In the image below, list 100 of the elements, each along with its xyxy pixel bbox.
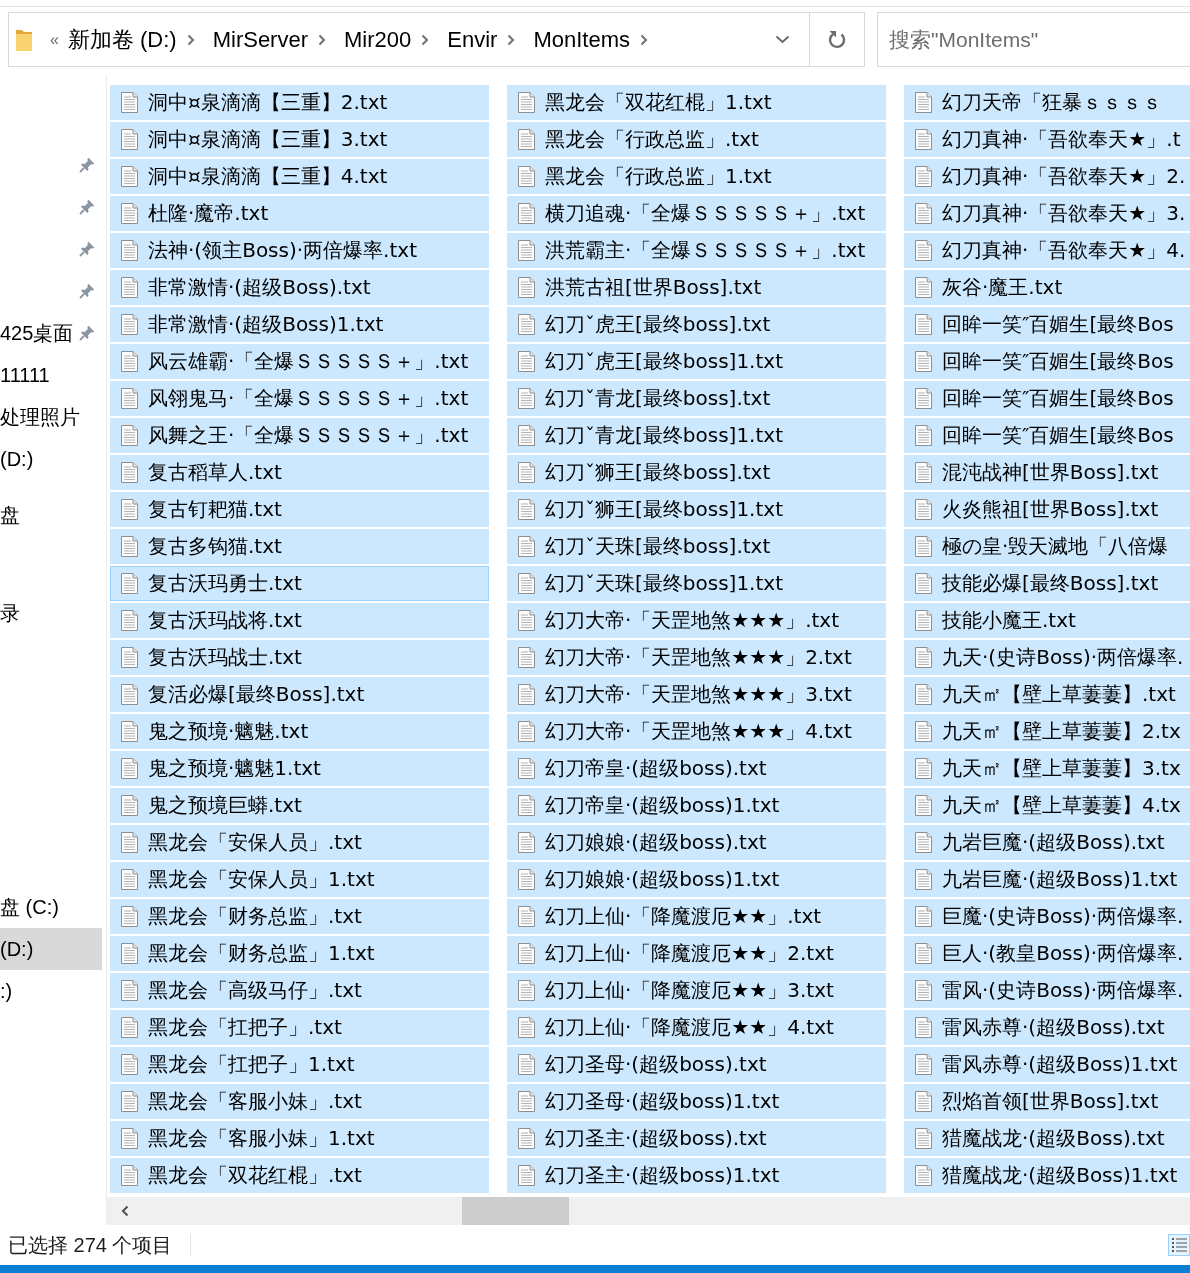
file-item[interactable]: 回眸一笑″百媚生[最终Bos	[904, 418, 1190, 453]
file-item[interactable]: 幻刀真神·「吾欲奉天★」4.	[904, 233, 1190, 268]
file-item[interactable]: 幻刀大帝·「天罡地煞★★★」4.txt	[507, 714, 886, 749]
file-item[interactable]: 横刀追魂·「全爆ＳＳＳＳＳ＋」.txt	[507, 196, 886, 231]
pin-icon[interactable]	[79, 157, 95, 173]
pin-icon[interactable]	[79, 325, 95, 341]
nav-item[interactable]: 录	[0, 592, 20, 634]
nav-item[interactable]: 11111	[0, 354, 50, 396]
file-item[interactable]: 幻刀帝皇·(超级boss).txt	[507, 751, 886, 786]
file-item[interactable]: 复古稻草人.txt	[110, 455, 489, 490]
file-item[interactable]: 非常激情·(超级Boss).txt	[110, 270, 489, 305]
file-item[interactable]: 幻刀上仙·「降魔渡厄★★」.txt	[507, 899, 886, 934]
file-item[interactable]: 风云雄霸·「全爆ＳＳＳＳＳ＋」.txt	[110, 344, 489, 379]
file-item[interactable]: 幻刀帝皇·(超级boss)1.txt	[507, 788, 886, 823]
nav-item[interactable]: 处理照片	[0, 396, 80, 438]
file-item[interactable]: 猎魔战龙·(超级Boss)1.txt	[904, 1158, 1190, 1193]
file-item[interactable]: 九岩巨魔·(超级Boss).txt	[904, 825, 1190, 860]
file-item[interactable]: 黑龙会「扛把子」.txt	[110, 1010, 489, 1045]
nav-item[interactable]: :)	[0, 970, 13, 1012]
file-item[interactable]: 九天㎡【壁上草萋萋】3.tx	[904, 751, 1190, 786]
file-item[interactable]: 九天㎡【壁上草萋萋】.txt	[904, 677, 1190, 712]
file-item[interactable]: 幻刀ˇ虎王[最终boss].txt	[507, 307, 886, 342]
file-item[interactable]: 幻刀真神·「吾欲奉天★」3.	[904, 196, 1190, 231]
file-item[interactable]: 雷风·(史诗Boss)·两倍爆率.	[904, 973, 1190, 1008]
file-item[interactable]: 混沌战神[世界Boss].txt	[904, 455, 1190, 490]
file-item[interactable]: 黑龙会「扛把子」1.txt	[110, 1047, 489, 1082]
file-item[interactable]: 黑龙会「双花红棍」1.txt	[507, 85, 886, 120]
file-item[interactable]: 黑龙会「高级马仔」.txt	[110, 973, 489, 1008]
nav-item[interactable]: (D:)	[0, 928, 102, 970]
file-item[interactable]: 九天㎡【壁上草萋萋】2.tx	[904, 714, 1190, 749]
file-item[interactable]: 雷风赤尊·(超级Boss).txt	[904, 1010, 1190, 1045]
file-item[interactable]: 复古沃玛战将.txt	[110, 603, 489, 638]
file-item[interactable]: 幻刀天帝「狂暴ｓｓｓｓ	[904, 85, 1190, 120]
file-item[interactable]: 黑龙会「财务总监」1.txt	[110, 936, 489, 971]
file-item[interactable]: 雷风赤尊·(超级Boss)1.txt	[904, 1047, 1190, 1082]
file-item[interactable]: 洪荒古祖[世界Boss].txt	[507, 270, 886, 305]
file-item[interactable]: 烈焰首领[世界Boss].txt	[904, 1084, 1190, 1119]
nav-item[interactable]: 盘	[0, 494, 20, 536]
file-item[interactable]: 黑龙会「行政总监」.txt	[507, 122, 886, 157]
file-item[interactable]: 幻刀上仙·「降魔渡厄★★」2.txt	[507, 936, 886, 971]
pin-icon[interactable]	[79, 283, 95, 299]
file-item[interactable]: 黑龙会「安保人员」.txt	[110, 825, 489, 860]
file-item[interactable]: 幻刀ˇ狮王[最终boss]1.txt	[507, 492, 886, 527]
breadcrumb-button[interactable]: Envir	[442, 26, 503, 53]
file-item[interactable]: 幻刀圣主·(超级boss)1.txt	[507, 1158, 886, 1193]
file-item[interactable]: 幻刀娘娘·(超级boss)1.txt	[507, 862, 886, 897]
nav-item[interactable]: 425桌面	[0, 312, 74, 354]
file-item[interactable]: 洞中¤泉滴滴【三重】3.txt	[110, 122, 489, 157]
file-item[interactable]: 洞中¤泉滴滴【三重】2.txt	[110, 85, 489, 120]
breadcrumb-overflow-button[interactable]: «	[46, 30, 63, 49]
file-item[interactable]: 幻刀圣母·(超级boss).txt	[507, 1047, 886, 1082]
file-item[interactable]: 洞中¤泉滴滴【三重】4.txt	[110, 159, 489, 194]
file-item[interactable]: 幻刀真神·「吾欲奉天★」2.	[904, 159, 1190, 194]
file-item[interactable]: 回眸一笑″百媚生[最终Bos	[904, 307, 1190, 342]
file-item[interactable]: 黑龙会「客服小妹」.txt	[110, 1084, 489, 1119]
nav-item[interactable]: (D:)	[0, 438, 34, 480]
file-item[interactable]: 黑龙会「财务总监」.txt	[110, 899, 489, 934]
file-item[interactable]: 幻刀ˇ狮王[最终boss].txt	[507, 455, 886, 490]
file-item[interactable]: 复古沃玛战士.txt	[110, 640, 489, 675]
file-item[interactable]: 幻刀大帝·「天罡地煞★★★」3.txt	[507, 677, 886, 712]
file-item[interactable]: 幻刀ˇ虎王[最终boss]1.txt	[507, 344, 886, 379]
file-item[interactable]: 风翎鬼马·「全爆ＳＳＳＳＳ＋」.txt	[110, 381, 489, 416]
file-item[interactable]: 幻刀圣主·(超级boss).txt	[507, 1121, 886, 1156]
file-item[interactable]: 鬼之预境·魑魅1.txt	[110, 751, 489, 786]
file-item[interactable]: 法神·(领主Boss)·两倍爆率.txt	[110, 233, 489, 268]
search-field[interactable]: 搜索"MonItems"	[877, 12, 1190, 67]
breadcrumb-button[interactable]: 新加卷 (D:)	[62, 24, 182, 55]
file-item[interactable]: 九天·(史诗Boss)·两倍爆率.	[904, 640, 1190, 675]
pin-icon[interactable]	[79, 199, 95, 215]
file-item[interactable]: 灰谷·魔王.txt	[904, 270, 1190, 305]
file-item[interactable]: 九岩巨魔·(超级Boss)1.txt	[904, 862, 1190, 897]
file-item[interactable]: 幻刀娘娘·(超级boss).txt	[507, 825, 886, 860]
file-item[interactable]: 技能小魔王.txt	[904, 603, 1190, 638]
file-item[interactable]: 复古多钩猫.txt	[110, 529, 489, 564]
file-item[interactable]: 黑龙会「行政总监」1.txt	[507, 159, 886, 194]
file-item[interactable]: 九天㎡【壁上草萋萋】4.tx	[904, 788, 1190, 823]
file-item[interactable]: 黑龙会「客服小妹」1.txt	[110, 1121, 489, 1156]
file-item[interactable]: 复古钉耙猫.txt	[110, 492, 489, 527]
file-item[interactable]: 黑龙会「安保人员」1.txt	[110, 862, 489, 897]
file-item[interactable]: 幻刀真神·「吾欲奉天★」.t	[904, 122, 1190, 157]
file-item[interactable]: 杜隆·魔帝.txt	[110, 196, 489, 231]
file-item[interactable]: 火炎熊祖[世界Boss].txt	[904, 492, 1190, 527]
file-item[interactable]: 幻刀ˇ青龙[最终boss].txt	[507, 381, 886, 416]
address-bar[interactable]: « 新加卷 (D:) MirServer Mir200 Envir MonItems	[8, 12, 865, 67]
pin-icon[interactable]	[79, 241, 95, 257]
file-item[interactable]: 洪荒霸主·「全爆ＳＳＳＳＳ＋」.txt	[507, 233, 886, 268]
file-item[interactable]: 極の皇·毁天滅地「八倍爆	[904, 529, 1190, 564]
file-item[interactable]: 鬼之预境巨蟒.txt	[110, 788, 489, 823]
file-item[interactable]: 回眸一笑″百媚生[最终Bos	[904, 381, 1190, 416]
file-item[interactable]: 巨人·(教皇Boss)·两倍爆率.	[904, 936, 1190, 971]
file-item[interactable]: 巨魔·(史诗Boss)·两倍爆率.	[904, 899, 1190, 934]
file-item[interactable]: 风舞之王·「全爆ＳＳＳＳＳ＋」.txt	[110, 418, 489, 453]
file-item[interactable]: 复古沃玛勇士.txt	[110, 566, 489, 601]
nav-item[interactable]: 盘 (C:)	[0, 886, 59, 928]
file-item[interactable]: 幻刀ˇ青龙[最终boss]1.txt	[507, 418, 886, 453]
file-item[interactable]: 技能必爆[最终Boss].txt	[904, 566, 1190, 601]
file-item[interactable]: 复活必爆[最终Boss].txt	[110, 677, 489, 712]
horizontal-scrollbar[interactable]	[107, 1197, 1190, 1225]
file-item[interactable]: 幻刀上仙·「降魔渡厄★★」3.txt	[507, 973, 886, 1008]
breadcrumb-button[interactable]: Mir200	[339, 26, 417, 53]
